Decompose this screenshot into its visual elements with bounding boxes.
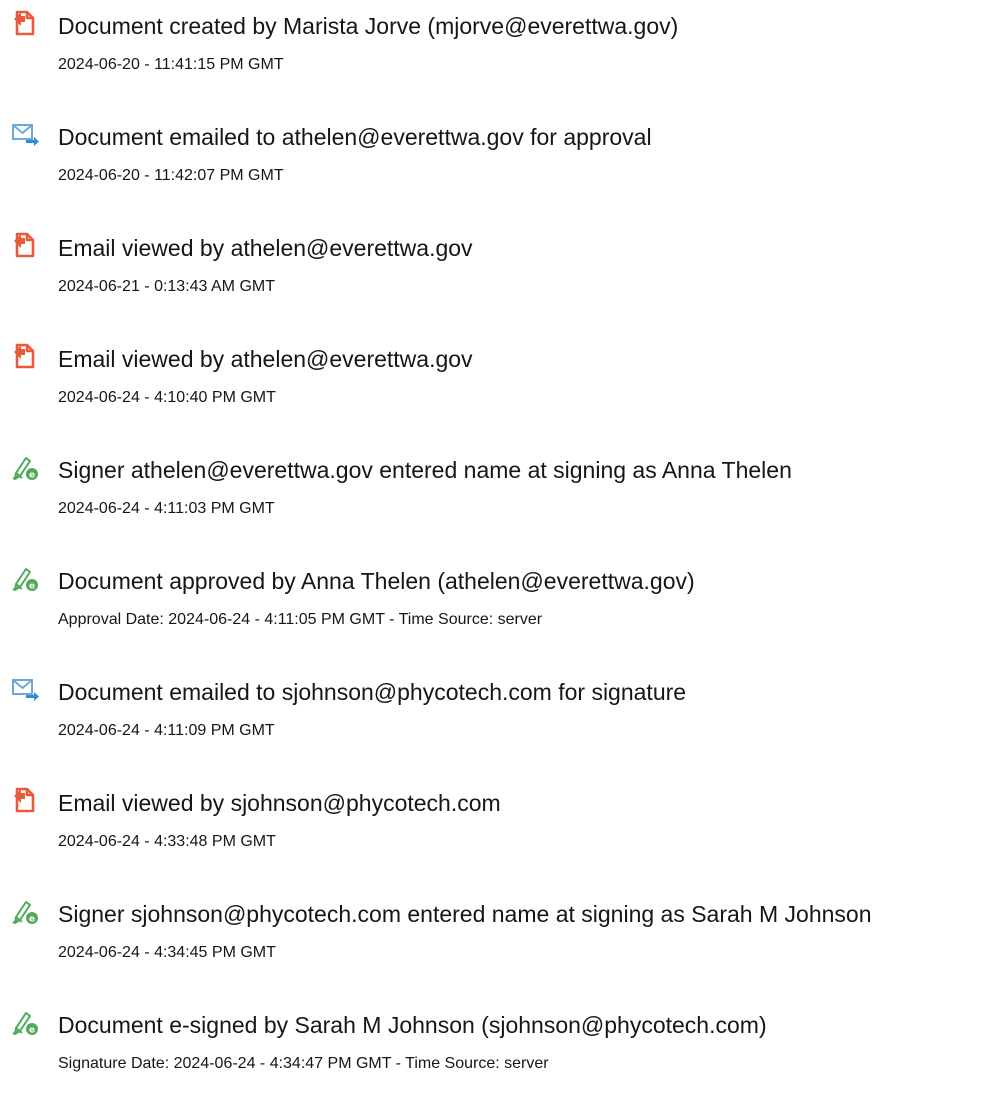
- event-title: Email viewed by sjohnson@phycotech.com: [58, 790, 501, 816]
- event-approval-date: Approval Date: 2024-06-24 - 4:11:05 PM G…: [58, 611, 543, 628]
- signature-pen-icon: e: [10, 896, 40, 926]
- event-title: Document approved by Anna Thelen (athele…: [58, 568, 695, 594]
- audit-event: e Document approved by Anna Thelen (athe…: [0, 555, 1000, 635]
- email-sent-icon: [10, 674, 40, 704]
- signature-pen-icon: e: [10, 1007, 40, 1037]
- document-icon: [10, 8, 40, 38]
- event-title: Email viewed by athelen@everettwa.gov: [58, 346, 473, 372]
- event-timestamp: 2024-06-24 - 4:10:40 PM GMT: [58, 389, 276, 406]
- audit-event: Document emailed to sjohnson@phycotech.c…: [0, 666, 1000, 746]
- event-signature-date: Signature Date: 2024-06-24 - 4:34:47 PM …: [58, 1055, 549, 1072]
- audit-event: e Signer sjohnson@phycotech.com entered …: [0, 888, 1000, 968]
- svg-text:e: e: [29, 471, 35, 481]
- svg-text:e: e: [29, 1026, 35, 1036]
- audit-event: Document created by Marista Jorve (mjorv…: [0, 0, 1000, 80]
- event-title: Document emailed to athelen@everettwa.go…: [58, 124, 652, 150]
- event-title: Document emailed to sjohnson@phycotech.c…: [58, 679, 687, 705]
- event-title: Signer sjohnson@phycotech.com entered na…: [58, 901, 872, 927]
- event-timestamp: 2024-06-24 - 4:11:03 PM GMT: [58, 500, 275, 517]
- event-timestamp: 2024-06-20 - 11:41:15 PM GMT: [58, 56, 284, 73]
- signature-pen-icon: e: [10, 452, 40, 482]
- audit-event: Email viewed by sjohnson@phycotech.com 2…: [0, 777, 1000, 857]
- document-icon: [10, 785, 40, 815]
- event-timestamp: 2024-06-24 - 4:33:48 PM GMT: [58, 833, 276, 850]
- audit-event: e Signer athelen@everettwa.gov entered n…: [0, 444, 1000, 524]
- svg-text:e: e: [29, 582, 35, 592]
- event-title: Document e-signed by Sarah M Johnson (sj…: [58, 1012, 767, 1038]
- event-title: Signer athelen@everettwa.gov entered nam…: [58, 457, 792, 483]
- audit-event: e Document e-signed by Sarah M Johnson (…: [0, 999, 1000, 1079]
- audit-event-list: Document created by Marista Jorve (mjorv…: [0, 0, 1000, 1109]
- signature-pen-icon: e: [10, 563, 40, 593]
- audit-event: Email viewed by athelen@everettwa.gov 20…: [0, 333, 1000, 413]
- event-timestamp: 2024-06-21 - 0:13:43 AM GMT: [58, 278, 275, 295]
- event-timestamp: 2024-06-20 - 11:42:07 PM GMT: [58, 167, 284, 184]
- event-title: Email viewed by athelen@everettwa.gov: [58, 235, 473, 261]
- event-title: Document created by Marista Jorve (mjorv…: [58, 13, 679, 39]
- audit-event: Email viewed by athelen@everettwa.gov 20…: [0, 222, 1000, 302]
- event-timestamp: 2024-06-24 - 4:11:09 PM GMT: [58, 722, 275, 739]
- document-icon: [10, 341, 40, 371]
- event-timestamp: 2024-06-24 - 4:34:45 PM GMT: [58, 944, 276, 961]
- email-sent-icon: [10, 119, 40, 149]
- svg-text:e: e: [29, 915, 35, 925]
- document-icon: [10, 230, 40, 260]
- audit-event: Document emailed to athelen@everettwa.go…: [0, 111, 1000, 191]
